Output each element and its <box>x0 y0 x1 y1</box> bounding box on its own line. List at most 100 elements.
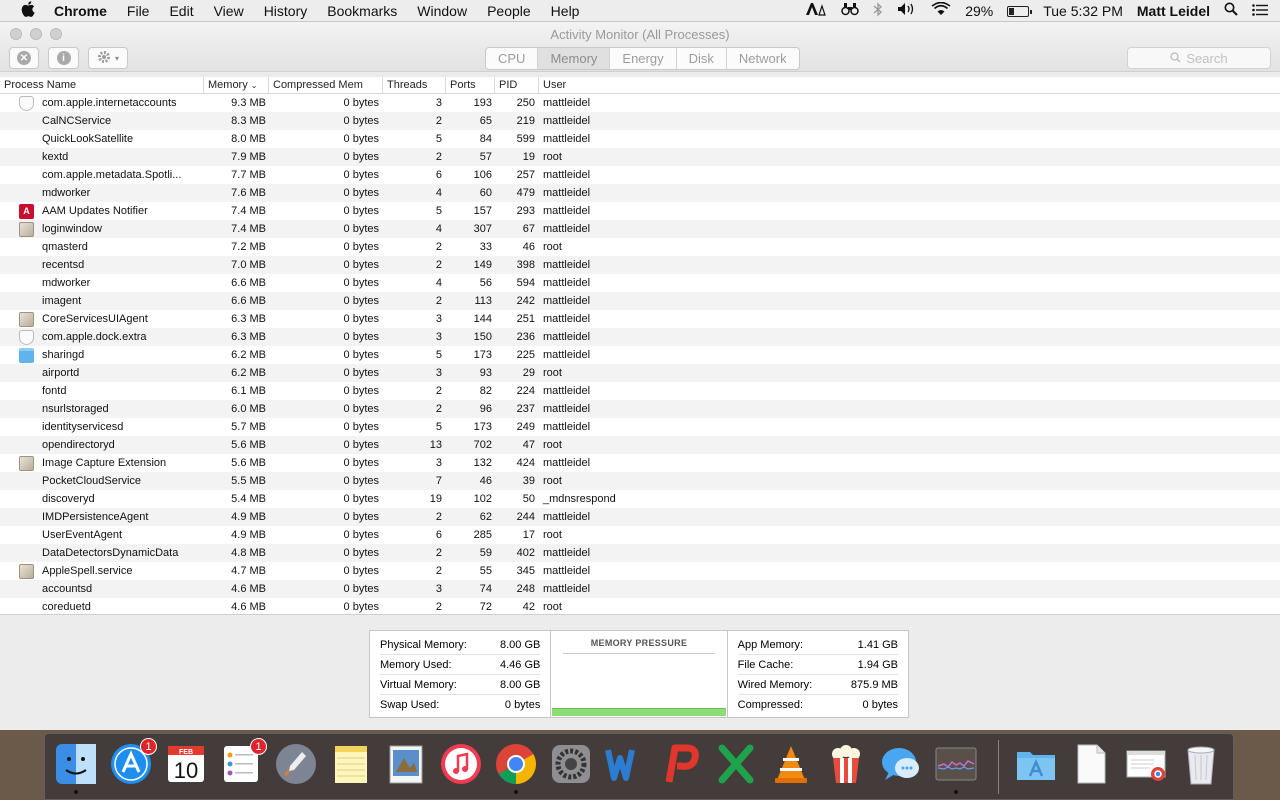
pid-value: 398 <box>516 259 535 271</box>
threads-value: 5 <box>435 421 442 433</box>
table-row[interactable]: mdworker 6.6 MB 0 bytes 4 56 594 mattleidel <box>0 274 1280 292</box>
process-table: Process Name Memory ⌄ Compressed Mem Thr… <box>0 77 1280 616</box>
app-store-icon[interactable]: 1 <box>108 738 157 787</box>
menu-window[interactable]: Window <box>407 3 477 19</box>
table-row[interactable]: DataDetectorsDynamicData 4.8 MB 0 bytes 2 59… <box>0 544 1280 562</box>
menu-edit[interactable]: Edit <box>159 3 203 19</box>
trash-icon[interactable] <box>1178 741 1224 787</box>
battery-icon[interactable] <box>1000 3 1036 19</box>
table-row[interactable]: UserEventAgent 4.9 MB 0 bytes 6 285 17 root <box>0 526 1280 544</box>
menu-help[interactable]: Help <box>541 3 590 19</box>
process-name: com.apple.dock.extra <box>42 331 147 343</box>
notification-center-icon[interactable] <box>1245 3 1280 19</box>
menu-view[interactable]: View <box>204 3 254 19</box>
table-row[interactable]: recentsd 7.0 MB 0 bytes 2 149 398 mattleidel <box>0 256 1280 274</box>
table-row[interactable]: A AAM Updates Notifier 7.4 MB 0 bytes 5 157 29… <box>0 202 1280 220</box>
table-row[interactable]: com.apple.internetaccounts 9.3 MB 0 bytes 3… <box>0 94 1280 112</box>
column-memory[interactable]: Memory ⌄ <box>204 77 269 93</box>
apple-menu-icon[interactable] <box>18 0 38 21</box>
spotlight-icon[interactable] <box>1217 2 1245 19</box>
threads-value: 2 <box>435 565 442 577</box>
launchpad-icon[interactable] <box>273 741 319 787</box>
menu-people[interactable]: People <box>477 3 541 19</box>
table-row[interactable]: airportd 6.2 MB 0 bytes 3 93 29 root <box>0 364 1280 382</box>
table-row[interactable]: nsurlstoraged 6.0 MB 0 bytes 2 96 237 mattleid… <box>0 400 1280 418</box>
quit-process-button[interactable]: ✕ <box>9 47 39 69</box>
table-row[interactable]: accountsd 4.6 MB 0 bytes 3 74 248 mattleidel <box>0 580 1280 598</box>
table-row[interactable]: kextd 7.9 MB 0 bytes 2 57 19 root <box>0 148 1280 166</box>
calendar-icon[interactable]: FEB 10 <box>163 741 209 787</box>
memory-pressure-graph: MEMORY PRESSURE <box>550 631 728 717</box>
column-compressed-mem[interactable]: Compressed Mem <box>269 77 383 93</box>
tab-energy[interactable]: Energy <box>610 48 677 69</box>
compressed-mem-value: 0 bytes <box>343 583 379 595</box>
reminders-icon[interactable]: 1 <box>218 738 267 787</box>
table-row[interactable]: com.apple.metadata.Spotli... 7.7 MB 0 byte… <box>0 166 1280 184</box>
table-row[interactable]: IMDPersistenceAgent 4.9 MB 0 bytes 2 62 244 ma… <box>0 508 1280 526</box>
table-row[interactable]: CoreServicesUIAgent 6.3 MB 0 bytes 3 144 251 m… <box>0 310 1280 328</box>
tab-network[interactable]: Network <box>727 48 799 69</box>
table-row[interactable]: CalNCService 8.3 MB 0 bytes 2 65 219 mattleide… <box>0 112 1280 130</box>
applications-folder-icon[interactable] <box>1013 741 1059 787</box>
tab-cpu[interactable]: CPU <box>486 48 539 69</box>
pid-value: 67 <box>522 223 535 235</box>
messages-icon[interactable] <box>878 741 924 787</box>
wifi-icon[interactable] <box>924 1 958 19</box>
menu-bookmarks[interactable]: Bookmarks <box>317 3 407 19</box>
excel-icon[interactable] <box>713 741 759 787</box>
binoculars-icon[interactable] <box>834 2 866 19</box>
bluetooth-icon[interactable] <box>866 1 890 20</box>
finder-icon[interactable] <box>53 741 99 794</box>
battery-percent[interactable]: 29% <box>958 3 1000 19</box>
table-row[interactable]: imagent 6.6 MB 0 bytes 2 113 242 mattleidel <box>0 292 1280 310</box>
table-row[interactable]: sharingd 6.2 MB 0 bytes 5 173 225 mattleidel <box>0 346 1280 364</box>
table-row[interactable]: opendirectoryd 5.6 MB 0 bytes 13 702 47 root <box>0 436 1280 454</box>
column-process-name[interactable]: Process Name <box>0 77 204 93</box>
app-menu[interactable]: Chrome <box>54 3 117 19</box>
clock[interactable]: Tue 5:32 PM <box>1036 3 1130 19</box>
process-name: identityservicesd <box>42 421 124 433</box>
itunes-icon[interactable] <box>438 741 484 787</box>
table-row[interactable]: AppleSpell.service 4.7 MB 0 bytes 2 55 345 mat… <box>0 562 1280 580</box>
column-user[interactable]: User <box>539 77 1280 93</box>
table-row[interactable]: discoveryd 5.4 MB 0 bytes 19 102 50 _mdnsrespo… <box>0 490 1280 508</box>
column-ports[interactable]: Ports <box>446 77 495 93</box>
table-row[interactable]: Image Capture Extension 5.6 MB 0 bytes 3 132… <box>0 454 1280 472</box>
chrome-document-icon[interactable] <box>1123 741 1169 787</box>
document-icon[interactable] <box>1068 741 1114 787</box>
ports-value: 62 <box>479 511 492 523</box>
table-row[interactable]: mdworker 7.6 MB 0 bytes 4 60 479 mattleidel <box>0 184 1280 202</box>
notes-icon[interactable] <box>328 741 374 787</box>
user-menu[interactable]: Matt Leidel <box>1130 3 1217 19</box>
activity-monitor-icon[interactable] <box>933 741 979 794</box>
column-threads[interactable]: Threads <box>383 77 446 93</box>
table-row[interactable]: fontd 6.1 MB 0 bytes 2 82 224 mattleidel <box>0 382 1280 400</box>
volume-icon[interactable] <box>890 2 924 19</box>
action-menu-button[interactable]: ▾ <box>88 47 128 69</box>
memory-value: 4.6 MB <box>231 583 266 595</box>
menu-file[interactable]: File <box>117 3 160 19</box>
popcorn-time-icon[interactable] <box>823 741 869 787</box>
memory-value: 6.6 MB <box>231 277 266 289</box>
vlc-icon[interactable] <box>768 741 814 787</box>
user-value: mattleidel <box>543 511 591 523</box>
table-row[interactable]: identityservicesd 5.7 MB 0 bytes 5 173 249 mat… <box>0 418 1280 436</box>
preview-icon[interactable] <box>383 741 429 787</box>
search-field[interactable]: Search <box>1127 47 1271 69</box>
table-row[interactable]: loginwindow 7.4 MB 0 bytes 4 307 67 mattleidel <box>0 220 1280 238</box>
search-placeholder: Search <box>1186 50 1228 66</box>
menu-history[interactable]: History <box>254 3 318 19</box>
word-icon[interactable] <box>603 741 649 787</box>
system-preferences-icon[interactable] <box>548 741 594 787</box>
table-row[interactable]: QuickLookSatellite 8.0 MB 0 bytes 5 84 599 mat… <box>0 130 1280 148</box>
inspect-process-button[interactable]: i <box>48 47 79 69</box>
chrome-icon[interactable] <box>493 741 539 794</box>
table-row[interactable]: qmasterd 7.2 MB 0 bytes 2 33 46 root <box>0 238 1280 256</box>
table-row[interactable]: com.apple.dock.extra 6.3 MB 0 bytes 3 150 236… <box>0 328 1280 346</box>
powerpoint-icon[interactable] <box>658 741 704 787</box>
table-row[interactable]: PocketCloudService 5.5 MB 0 bytes 7 46 39 root <box>0 472 1280 490</box>
tab-disk[interactable]: Disk <box>677 48 727 69</box>
adobe-creative-cloud-icon[interactable] <box>798 2 834 19</box>
tab-memory[interactable]: Memory <box>538 48 611 69</box>
column-pid[interactable]: PID <box>495 77 539 93</box>
